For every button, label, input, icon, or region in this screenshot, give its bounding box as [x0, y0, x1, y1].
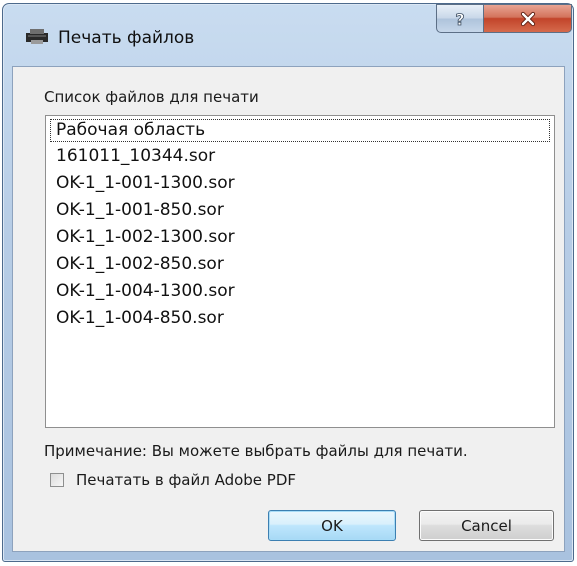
- window-title: Печать файлов: [58, 28, 195, 48]
- selection-note: Примечание: Вы можете выбрать файлы для …: [44, 442, 468, 460]
- close-button[interactable]: [484, 4, 572, 33]
- help-icon: ?: [455, 11, 465, 27]
- print-files-dialog: Печать файлов ? Список файлов для печати…: [2, 3, 574, 562]
- close-icon: [520, 11, 535, 26]
- list-item[interactable]: OK-1_1-002-850.sor: [46, 251, 554, 278]
- cancel-button[interactable]: Cancel: [419, 510, 554, 541]
- ok-button[interactable]: OK: [268, 510, 396, 541]
- svg-text:?: ?: [455, 11, 464, 27]
- list-item[interactable]: OK-1_1-004-850.sor: [46, 305, 554, 332]
- print-to-pdf-option[interactable]: Печатать в файл Adobe PDF: [50, 471, 296, 489]
- list-item[interactable]: OK-1_1-002-1300.sor: [46, 224, 554, 251]
- file-list-caption: Список файлов для печати: [44, 88, 259, 106]
- print-to-pdf-checkbox[interactable]: [50, 473, 64, 487]
- list-item[interactable]: Рабочая область: [49, 118, 551, 143]
- list-item[interactable]: OK-1_1-001-1300.sor: [46, 170, 554, 197]
- list-item[interactable]: OK-1_1-004-1300.sor: [46, 278, 554, 305]
- printer-icon: [26, 29, 48, 44]
- list-item[interactable]: 161011_10344.sor: [46, 143, 554, 170]
- file-list[interactable]: Рабочая область 161011_10344.sor OK-1_1-…: [45, 115, 555, 428]
- help-button[interactable]: ?: [436, 4, 484, 33]
- print-to-pdf-label[interactable]: Печатать в файл Adobe PDF: [76, 471, 296, 489]
- list-item[interactable]: OK-1_1-001-850.sor: [46, 197, 554, 224]
- dialog-client-area: Список файлов для печати Рабочая область…: [12, 66, 565, 552]
- title-bar[interactable]: Печать файлов ?: [3, 4, 573, 66]
